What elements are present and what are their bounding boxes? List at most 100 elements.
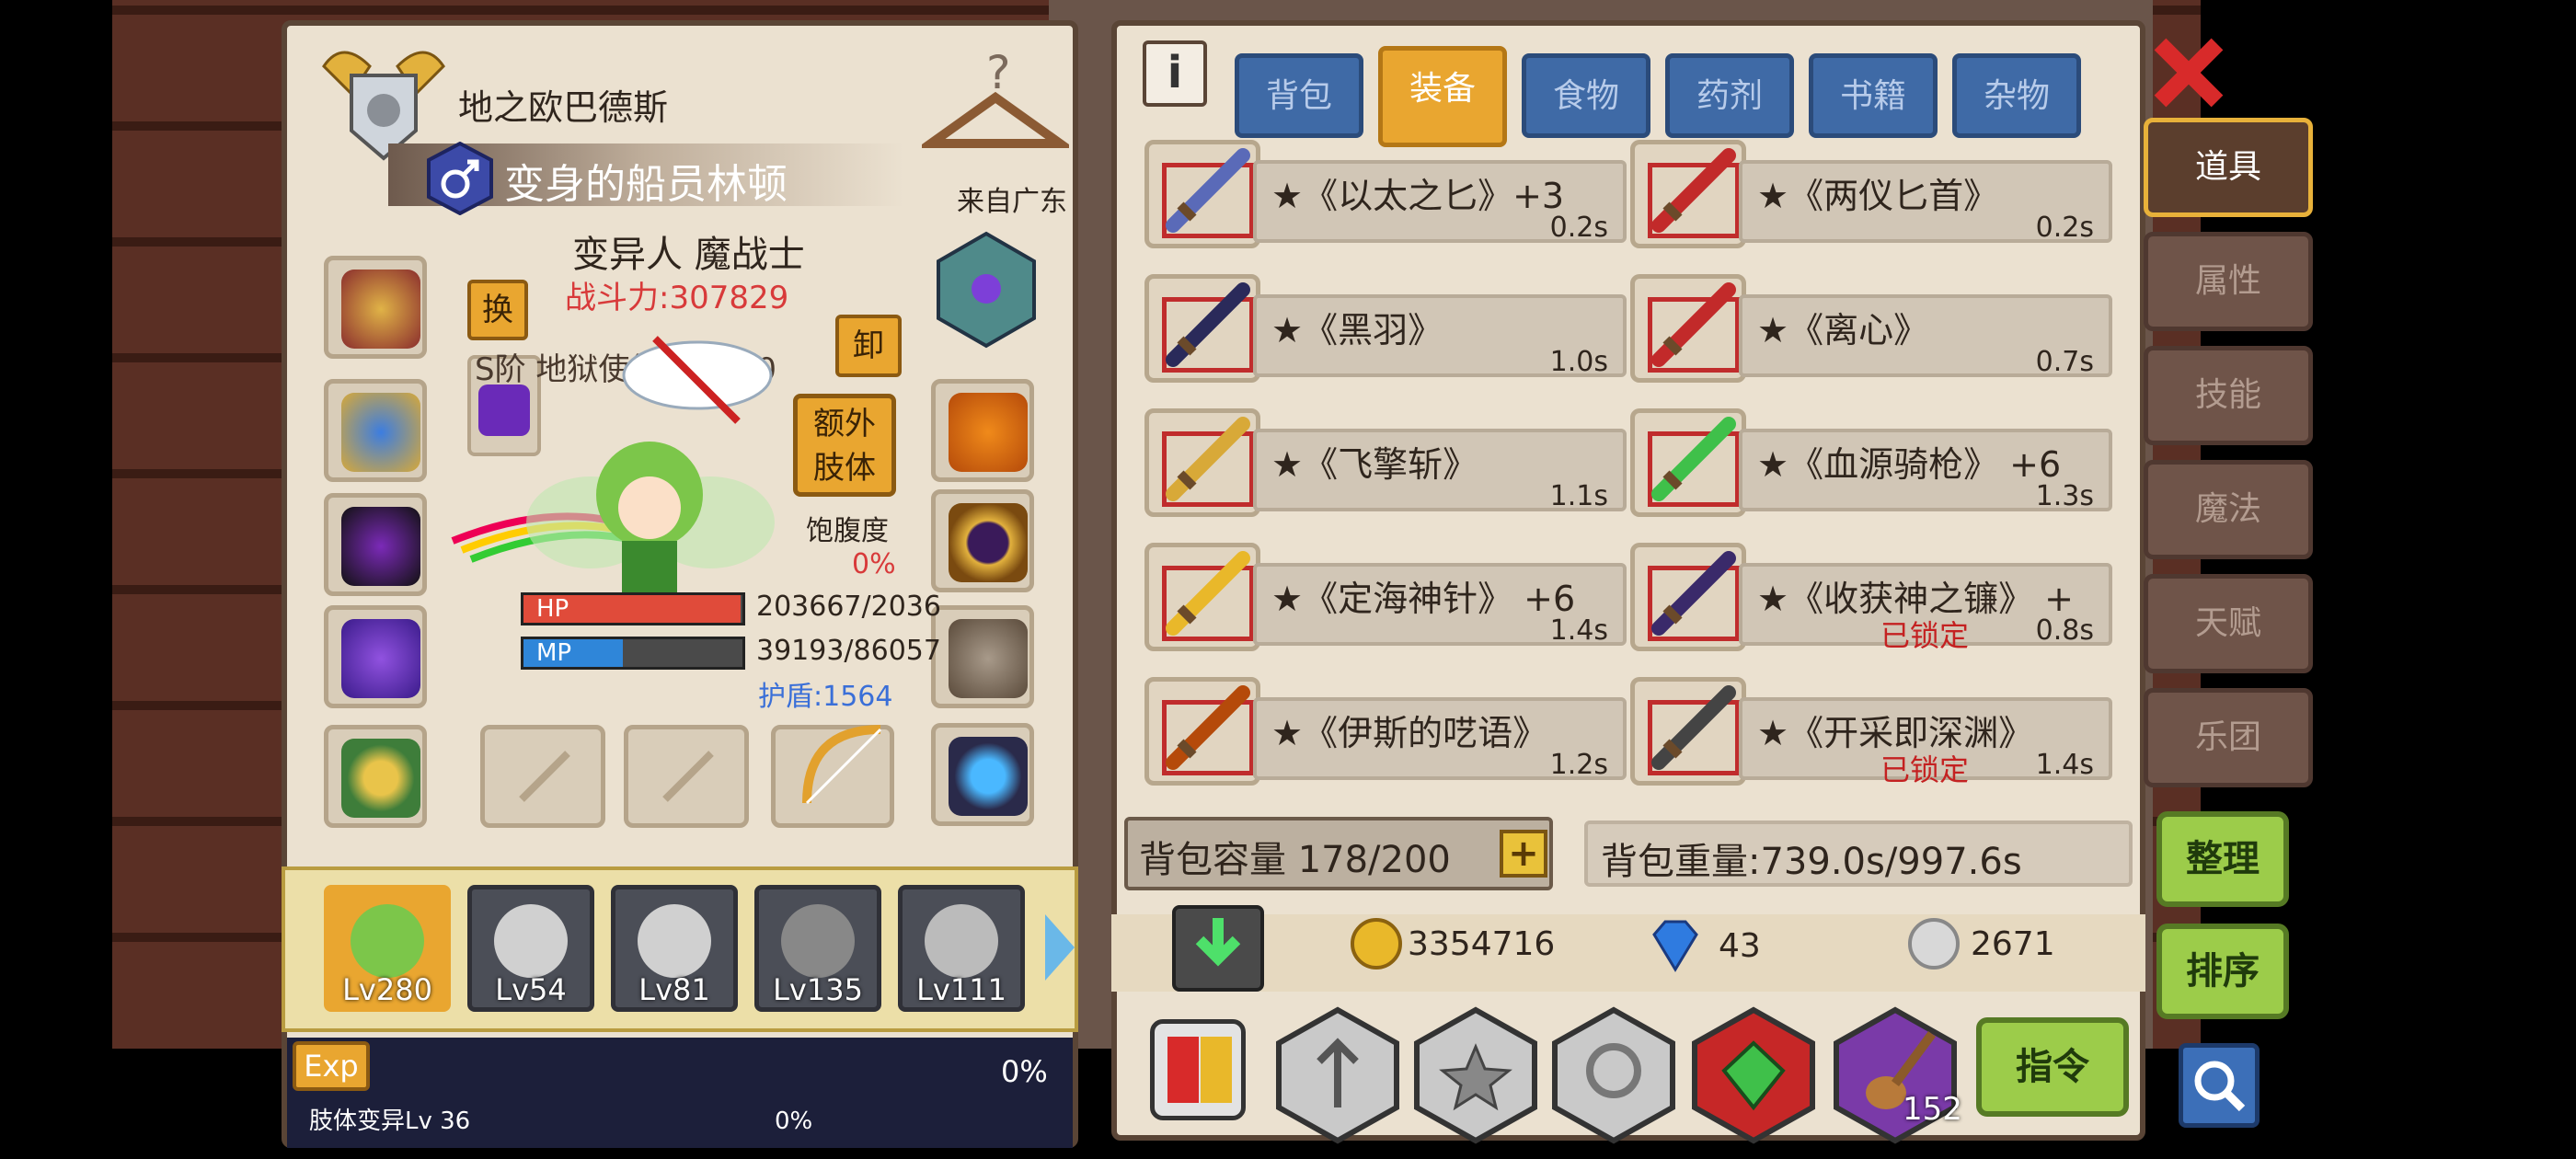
item-name: ★《两仪匕首》	[1757, 176, 1999, 216]
empty-sword-icon	[662, 751, 714, 802]
gold-coin-icon	[1351, 918, 1402, 970]
title-text: 地之欧巴德斯	[458, 87, 669, 128]
class-text: 变异人 魔战士	[572, 234, 805, 276]
sort-button[interactable]: 排序	[2156, 924, 2289, 1019]
pumpkin-icon	[949, 393, 1028, 472]
item-name-plate: ★《开采即深渊》 已锁定 1.4s	[1739, 697, 2112, 787]
weapon-icon	[1166, 685, 1250, 770]
item-weight: 0.2s	[1549, 212, 1608, 244]
weapon-icon	[1651, 685, 1736, 770]
empty-sword-icon	[519, 751, 570, 802]
close-icon[interactable]	[2151, 35, 2226, 110]
inventory-item[interactable]: ★《黑羽》 1.0s	[1144, 267, 1627, 384]
hp-bar: HP	[521, 592, 745, 625]
satiety-value: 0%	[852, 548, 896, 580]
rank-sort-button[interactable]	[1150, 1019, 1246, 1120]
party-avatar	[351, 904, 424, 978]
search-button[interactable]	[2179, 1043, 2260, 1128]
capacity-box: 背包容量 178/200 +	[1124, 817, 1553, 890]
item-icon-box	[1630, 543, 1746, 651]
item-name-plate: ★《血源骑枪》 +6 1.3s	[1739, 429, 2112, 512]
side-tab-2[interactable]: 技能	[2144, 346, 2313, 445]
inventory-item[interactable]: ★《收获神之镰》 + 已锁定 0.8s	[1630, 535, 2112, 653]
side-tab-1[interactable]: 属性	[2144, 232, 2313, 331]
inventory-item[interactable]: ★《以太之匕》+3 0.2s	[1144, 132, 1627, 250]
item-name: ★《血源骑枪》 +6	[1757, 444, 2062, 485]
weapon-icon	[1166, 551, 1250, 636]
item-name: ★《以太之匕》+3	[1271, 176, 1565, 216]
inventory-item[interactable]: ★《定海神针》 +6 1.4s	[1144, 535, 1627, 653]
item-weight: 1.1s	[1549, 480, 1608, 512]
inventory-item[interactable]: ★《开采即深渊》 已锁定 1.4s	[1630, 670, 2112, 787]
item-weight: 1.3s	[2035, 480, 2094, 512]
deposit-button[interactable]	[1172, 905, 1264, 992]
party-member[interactable]: Lv111	[898, 885, 1025, 1012]
inventory-item[interactable]: ★《离心》 0.7s	[1630, 267, 2112, 384]
party-avatar	[638, 904, 711, 978]
weight-text: 背包重量:739.0s/997.6s	[1601, 841, 2022, 883]
exp-label: Exp	[293, 1041, 370, 1091]
equip-slot-belt[interactable]	[931, 489, 1034, 592]
lasso-skill-icon[interactable]	[1549, 1006, 1678, 1144]
item-weight: 1.4s	[1549, 614, 1608, 647]
helmet-icon	[341, 270, 420, 349]
party-member[interactable]: Lv135	[754, 885, 881, 1012]
equip-slot-boots[interactable]	[931, 605, 1034, 708]
inventory-item[interactable]: ★《两仪匕首》 0.2s	[1630, 132, 2112, 250]
party-level: Lv135	[773, 972, 863, 1007]
extra-limb-button[interactable]: 额外肢体	[793, 394, 896, 497]
guardian-crest-icon[interactable]	[931, 230, 1041, 350]
organize-button[interactable]: 整理	[2156, 811, 2289, 907]
arrow-right-icon[interactable]	[1041, 911, 1078, 984]
hp-value: 203667/2036	[756, 591, 941, 623]
party-member[interactable]: Lv54	[467, 885, 594, 1012]
item-name: ★《飞擎斩》	[1271, 444, 1478, 485]
side-tab-0[interactable]: 道具	[2144, 118, 2313, 217]
party-avatar	[781, 904, 855, 978]
weapon-icon	[1651, 148, 1736, 233]
weapon-slot-1[interactable]	[480, 725, 605, 828]
expand-capacity-button[interactable]: +	[1500, 830, 1547, 878]
party-level: Lv81	[638, 972, 710, 1007]
exp-percent: 0%	[1001, 1054, 1048, 1089]
side-tab-5[interactable]: 乐团	[2144, 688, 2313, 787]
item-name: ★《定海神针》 +6	[1271, 579, 1576, 619]
unequip-button[interactable]: 卸	[835, 315, 902, 377]
equip-slot-accessory[interactable]	[931, 723, 1034, 826]
command-button[interactable]: 指令	[1976, 1017, 2129, 1117]
party-member[interactable]: Lv81	[611, 885, 738, 1012]
item-name-plate: ★《飞擎斩》 1.1s	[1253, 429, 1627, 512]
item-icon-box	[1144, 543, 1260, 651]
weapon-icon	[1651, 282, 1736, 367]
side-tab-4[interactable]: 天赋	[2144, 574, 2313, 673]
amulet-icon	[341, 393, 420, 472]
equip-slot-necklace[interactable]	[324, 379, 427, 482]
emerald-skill-icon[interactable]	[1689, 1006, 1818, 1144]
item-name-plate: ★《伊斯的呓语》 1.2s	[1253, 697, 1627, 781]
weapon-icon	[1651, 417, 1736, 501]
equip-slot-head-accessory[interactable]	[931, 379, 1034, 482]
gem-amount: 43	[1719, 927, 1761, 965]
inventory-item[interactable]: ★《伊斯的呓语》 1.2s	[1144, 670, 1627, 787]
inventory-panel: i 背包 装备 食物 药剂 书籍 杂物 ★《以太之匕》+3 0.2s ★《两仪匕首》 0.2s ★…	[1111, 20, 2145, 1144]
shield-text: 护盾:1564	[758, 681, 893, 713]
weapon-slot-bow[interactable]	[771, 725, 894, 828]
item-name: ★《离心》	[1757, 310, 1929, 350]
side-tab-3[interactable]: 魔法	[2144, 460, 2313, 559]
equip-slot-cloak[interactable]	[324, 605, 427, 708]
party-member[interactable]: Lv280	[324, 885, 451, 1012]
star-skill-icon[interactable]	[1411, 1006, 1540, 1144]
equip-slot-ring[interactable]	[324, 725, 427, 828]
belt-icon	[949, 503, 1028, 582]
trident-skill-icon[interactable]	[1273, 1006, 1402, 1144]
item-weight: 0.2s	[2035, 212, 2094, 244]
inventory-item[interactable]: ★《飞擎斩》 1.1s	[1144, 401, 1627, 519]
item-weight: 0.7s	[2035, 346, 2094, 378]
weapon-slot-2[interactable]	[624, 725, 749, 828]
item-icon-box	[1630, 677, 1746, 786]
bow-icon	[802, 725, 882, 805]
equip-slot-helmet[interactable]	[324, 256, 427, 359]
hanger-icon[interactable]: ?	[922, 42, 1069, 171]
inventory-item[interactable]: ★《血源骑枪》 +6 1.3s	[1630, 401, 2112, 519]
equip-slot-armor[interactable]	[324, 493, 427, 596]
